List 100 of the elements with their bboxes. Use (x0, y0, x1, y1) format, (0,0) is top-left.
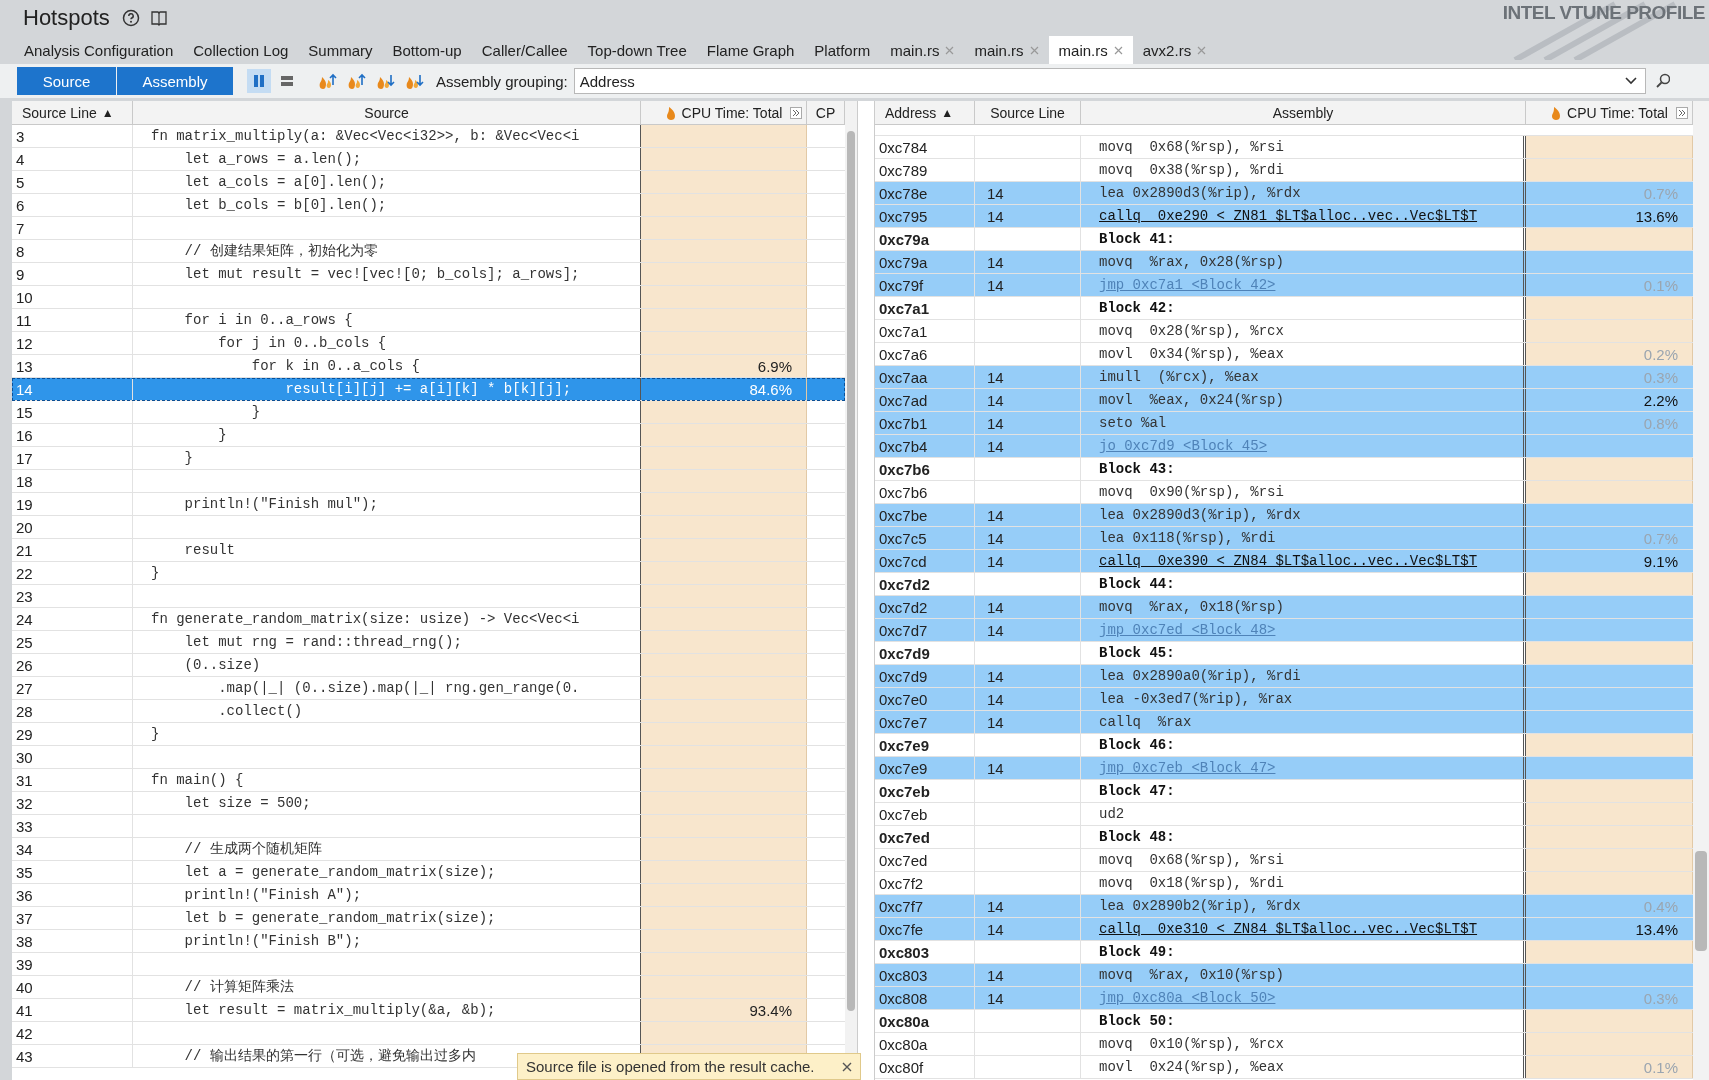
view-tab[interactable]: avx2.rs (1132, 36, 1217, 64)
source-row[interactable]: 6 let b_cols = b[0].len(); (12, 194, 845, 217)
assembly-row[interactable]: 0xc7b4 14 jo 0xc7d9 <Block 45> (875, 435, 1693, 458)
assembly-row[interactable]: 0xc80f movl 0x24(%rsp), %eax 0.1% (875, 1056, 1693, 1079)
assembly-row[interactable]: 0xc7e0 14 lea -0x3ed7(%rip), %rax (875, 688, 1693, 711)
source-row[interactable]: 37 let b = generate_random_matrix(size); (12, 907, 845, 930)
flame-up-arrow-icon[interactable] (317, 71, 337, 91)
assembly-row[interactable]: 0xc7d9 14 lea 0x2890a0(%rip), %rdi (875, 665, 1693, 688)
column-header[interactable]: CPU Time: Total (1526, 101, 1693, 124)
close-icon[interactable] (1113, 45, 1123, 55)
view-tab[interactable]: main.rs (1048, 36, 1133, 64)
view-tab[interactable]: Analysis Configuration (14, 36, 184, 64)
assembly-row[interactable]: 0xc79f 14 jmp 0xc7a1 <Block 42> 0.1% (875, 274, 1693, 297)
view-tab[interactable]: Summary (298, 36, 383, 64)
source-row[interactable]: 5 let a_cols = a[0].len(); (12, 171, 845, 194)
source-row[interactable]: 29 } (12, 723, 845, 746)
column-header[interactable]: Source Line (975, 101, 1081, 124)
source-row[interactable]: 27 .map(|_| (0..size).map(|_| rng.gen_range(0. (12, 677, 845, 700)
assembly-row[interactable]: 0xc7be 14 lea 0x2890d3(%rip), %rdx (875, 504, 1693, 527)
source-row[interactable]: 30 (12, 746, 845, 769)
assembly-row[interactable]: 0xc80a movq 0x10(%rsp), %rcx (875, 1033, 1693, 1056)
source-row[interactable]: 9 let mut result = vec![vec![0; b_cols]; a_rows]; (12, 263, 845, 286)
source-row[interactable]: 12 for j in 0..b_cols { (12, 332, 845, 355)
expand-icon[interactable] (790, 106, 802, 119)
assembly-row[interactable]: 0xc7c5 14 lea 0x118(%rsp), %rdi 0.7% (875, 527, 1693, 550)
source-row[interactable]: 41 let result = matrix_multiply(&a, &b); 93.4% (12, 999, 845, 1022)
source-row[interactable]: 18 (12, 470, 845, 493)
source-row[interactable]: 36 println!("Finish A"); (12, 884, 845, 907)
assembly-row[interactable]: 0xc7b1 14 seto %al 0.8% (875, 412, 1693, 435)
view-toggle-button[interactable]: Assembly (117, 67, 233, 95)
assembly-row[interactable]: 0xc7d7 14 jmp 0xc7ed <Block 48> (875, 619, 1693, 642)
view-tab[interactable]: Bottom-up (382, 36, 472, 64)
assembly-row[interactable]: 0xc7e7 14 callq %rax (875, 711, 1693, 734)
assembly-row[interactable]: 0xc7eb Block 47: (875, 780, 1693, 803)
source-row[interactable]: 8 // 创建结果矩阵，初始化为零 (12, 240, 845, 263)
assembly-row[interactable]: 0xc808 14 jmp 0xc80a <Block 50> 0.3% (875, 987, 1693, 1010)
source-row[interactable]: 4 let a_rows = a.len(); (12, 148, 845, 171)
column-header[interactable]: Source Line ▲ (12, 101, 133, 124)
search-icon[interactable] (1655, 73, 1670, 89)
source-row[interactable]: 17 } (12, 447, 845, 470)
source-row[interactable]: 39 (12, 953, 845, 976)
assembly-row[interactable]: 0xc803 14 movq %rax, 0x10(%rsp) (875, 964, 1693, 987)
assembly-row[interactable]: 0xc7ad 14 movl %eax, 0x24(%rsp) 2.2% (875, 389, 1693, 412)
assembly-row[interactable]: 0xc7ed movq 0x68(%rsp), %rsi (875, 849, 1693, 872)
assembly-row[interactable]: 0xc7cd 14 callq 0xe390 <_ZN84_$LT$alloc..vec..Vec$LT$T 9.1% (875, 550, 1693, 573)
source-row[interactable]: 19 println!("Finish mul"); (12, 493, 845, 516)
source-row[interactable]: 20 (12, 516, 845, 539)
column-header[interactable]: CPU Time: Total (641, 101, 807, 124)
flame-up-arrow-icon[interactable] (346, 71, 366, 91)
assembly-row[interactable]: 0xc7d2 14 movq %rax, 0x18(%rsp) (875, 596, 1693, 619)
side-by-side-layout-button[interactable] (247, 69, 271, 93)
view-tab[interactable]: Platform (804, 36, 881, 64)
call-link[interactable]: callq 0xe290 <_ZN81_$LT$alloc..vec..Vec$LT$T (1099, 208, 1478, 224)
source-row[interactable]: 23 (12, 585, 845, 608)
assembly-row[interactable]: 0xc80a Block 50: (875, 1010, 1693, 1033)
source-row[interactable]: 24 fn generate_random_matrix(size: usize) -> Vec<Vec<i (12, 608, 845, 631)
column-header[interactable]: Source (133, 101, 641, 124)
assembly-row[interactable]: 0xc7b6 Block 43: (875, 458, 1693, 481)
source-row[interactable]: 25 let mut rng = rand::thread_rng(); (12, 631, 845, 654)
source-row[interactable]: 15 } (12, 401, 845, 424)
assembly-row[interactable]: 0xc7a1 movq 0x28(%rsp), %rcx (875, 320, 1693, 343)
call-link[interactable]: callq 0xe310 <_ZN84_$LT$alloc..vec..Vec$LT$T (1099, 921, 1478, 937)
source-row[interactable]: 26 (0..size) (12, 654, 845, 677)
view-tab[interactable]: Flame Graph (696, 36, 805, 64)
call-link[interactable]: callq 0xe390 <_ZN84_$LT$alloc..vec..Vec$LT$T (1099, 553, 1478, 569)
scrollbar[interactable] (1693, 101, 1709, 1080)
assembly-row[interactable]: 0xc7a1 Block 42: (875, 297, 1693, 320)
source-row[interactable]: 16 } (12, 424, 845, 447)
assembly-row[interactable]: 0xc784 movq 0x68(%rsp), %rsi (875, 136, 1693, 159)
assembly-row[interactable]: 0xc79a 14 movq %rax, 0x28(%rsp) (875, 251, 1693, 274)
assembly-row[interactable]: 0xc7eb ud2 (875, 803, 1693, 826)
assembly-row[interactable]: 0xc7f7 14 lea 0x2890b2(%rip), %rdx 0.4% (875, 895, 1693, 918)
assembly-row[interactable]: 0xc7aa 14 imull (%rcx), %eax 0.3% (875, 366, 1693, 389)
assembly-row[interactable]: 0xc795 14 callq 0xe290 <_ZN81_$LT$alloc..vec..Vec$LT$T 13.6% (875, 205, 1693, 228)
view-tab[interactable]: main.rs (880, 36, 965, 64)
view-toggle-button[interactable]: Source (17, 67, 116, 95)
source-row[interactable]: 38 println!("Finish B"); (12, 930, 845, 953)
column-header[interactable]: Address ▲ (875, 101, 975, 124)
expand-icon[interactable] (1676, 106, 1688, 119)
source-row[interactable]: 3 fn matrix_multiply(a: &Vec<Vec<i32>>, b: &Vec<Vec<i (12, 125, 845, 148)
source-row[interactable]: 34 // 生成两个随机矩阵 (12, 838, 845, 861)
view-tab[interactable]: Caller/Callee (471, 36, 578, 64)
source-row[interactable]: 31 fn main() { (12, 769, 845, 792)
source-row[interactable]: 10 (12, 286, 845, 309)
source-row[interactable]: 21 result (12, 539, 845, 562)
assembly-row[interactable]: 0xc7ed Block 48: (875, 826, 1693, 849)
view-tab[interactable]: Top-down Tree (577, 36, 697, 64)
help-icon[interactable] (121, 9, 140, 27)
close-icon[interactable] (842, 1061, 852, 1072)
source-row[interactable]: 32 let size = 500; (12, 792, 845, 815)
assembly-row[interactable]: 0xc78e 14 lea 0x2890d3(%rip), %rdx 0.7% (875, 182, 1693, 205)
assembly-row[interactable]: 0xc7fe 14 callq 0xe310 <_ZN84_$LT$alloc..vec..Vec$LT$T 13.4% (875, 918, 1693, 941)
column-header[interactable]: Assembly (1081, 101, 1526, 124)
view-tab[interactable]: main.rs (964, 36, 1049, 64)
assembly-row[interactable]: 0xc7e9 14 jmp 0xc7eb <Block 47> (875, 757, 1693, 780)
grouping-dropdown[interactable]: Address (573, 68, 1646, 94)
source-row[interactable]: 35 let a = generate_random_matrix(size); (12, 861, 845, 884)
view-tab[interactable]: Collection Log (183, 36, 299, 64)
source-row[interactable]: 40 // 计算矩阵乘法 (12, 976, 845, 999)
source-row[interactable]: 33 (12, 815, 845, 838)
